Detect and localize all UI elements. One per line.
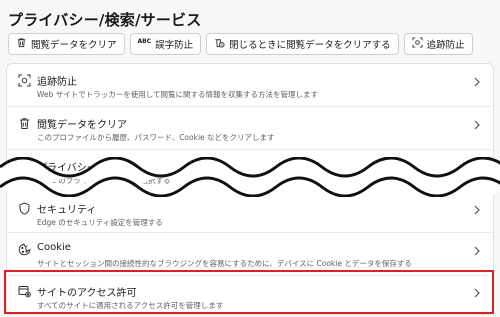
chip-label: 追跡防止: [426, 40, 465, 51]
security-item[interactable]: セキュリティ Edge のセキュリティ設定を管理する: [7, 192, 493, 234]
clear-browsing-data-chip[interactable]: 閲覧データをクリア: [8, 33, 125, 55]
item-description: Web サイトでトラッカーを使用して閲覧に関する情報を収集する方法を管理します: [37, 90, 319, 99]
chip-label: 閉じるときに閲覧データをクリアする: [229, 40, 391, 51]
trash-clock-icon: [214, 37, 225, 51]
chevron-right-icon: [474, 205, 480, 215]
item-description: このプロファイルから履歴、パスワード、Cookie などをクリアします: [37, 133, 275, 142]
clear-browsing-data-item[interactable]: 閲覧データをクリア このプロファイルから履歴、パスワード、Cookie などをク…: [7, 107, 493, 149]
chip-label: 閲覧データをクリア: [31, 40, 117, 51]
clear-on-close-chip[interactable]: 閉じるときに閲覧データをクリアする: [206, 33, 399, 55]
highlight-box: [4, 270, 494, 314]
tracking-prevention-item[interactable]: 追跡防止 Web サイトでトラッカーを使用して閲覧に関する情報を収集する方法を管…: [7, 64, 493, 106]
cookie-icon: [18, 241, 31, 256]
item-title: セキュリティ: [37, 205, 97, 216]
typo-protection-chip[interactable]: ABC 誤字防止: [129, 33, 202, 55]
truncation-wave-divider: [0, 157, 500, 197]
item-title: Cookie: [37, 242, 71, 253]
tracking-prevention-icon: [412, 37, 423, 51]
shield-icon: [18, 200, 31, 215]
cookie-item[interactable]: Cookie サイトとセッション間の接続性的なブラウジングを容易にするために、デ…: [7, 233, 493, 275]
item-description: Edge のセキュリティ設定を管理する: [37, 218, 163, 227]
abc-spellcheck-icon: ABC: [137, 38, 152, 45]
tracking-prevention-chip[interactable]: 追跡防止: [403, 33, 473, 55]
item-description: サイトとセッション間の接続性的なブラウジングを容易にするために、デバイスに Co…: [37, 259, 412, 268]
tracking-prevention-icon: [18, 72, 31, 87]
chevron-right-icon: [474, 77, 480, 87]
item-title: 追跡防止: [37, 77, 77, 88]
chip-label: 誤字防止: [155, 40, 194, 51]
quick-actions: 閲覧データをクリア ABC 誤字防止 閉じるときに閲覧データをクリアする 追跡防…: [8, 33, 473, 55]
trash-icon: [18, 115, 31, 129]
chevron-right-icon: [474, 246, 480, 256]
trash-icon: [16, 37, 27, 51]
chevron-right-icon: [474, 120, 480, 130]
item-title: 閲覧データをクリア: [37, 120, 127, 131]
page-title: プライバシー/検索/サービス: [8, 11, 202, 29]
